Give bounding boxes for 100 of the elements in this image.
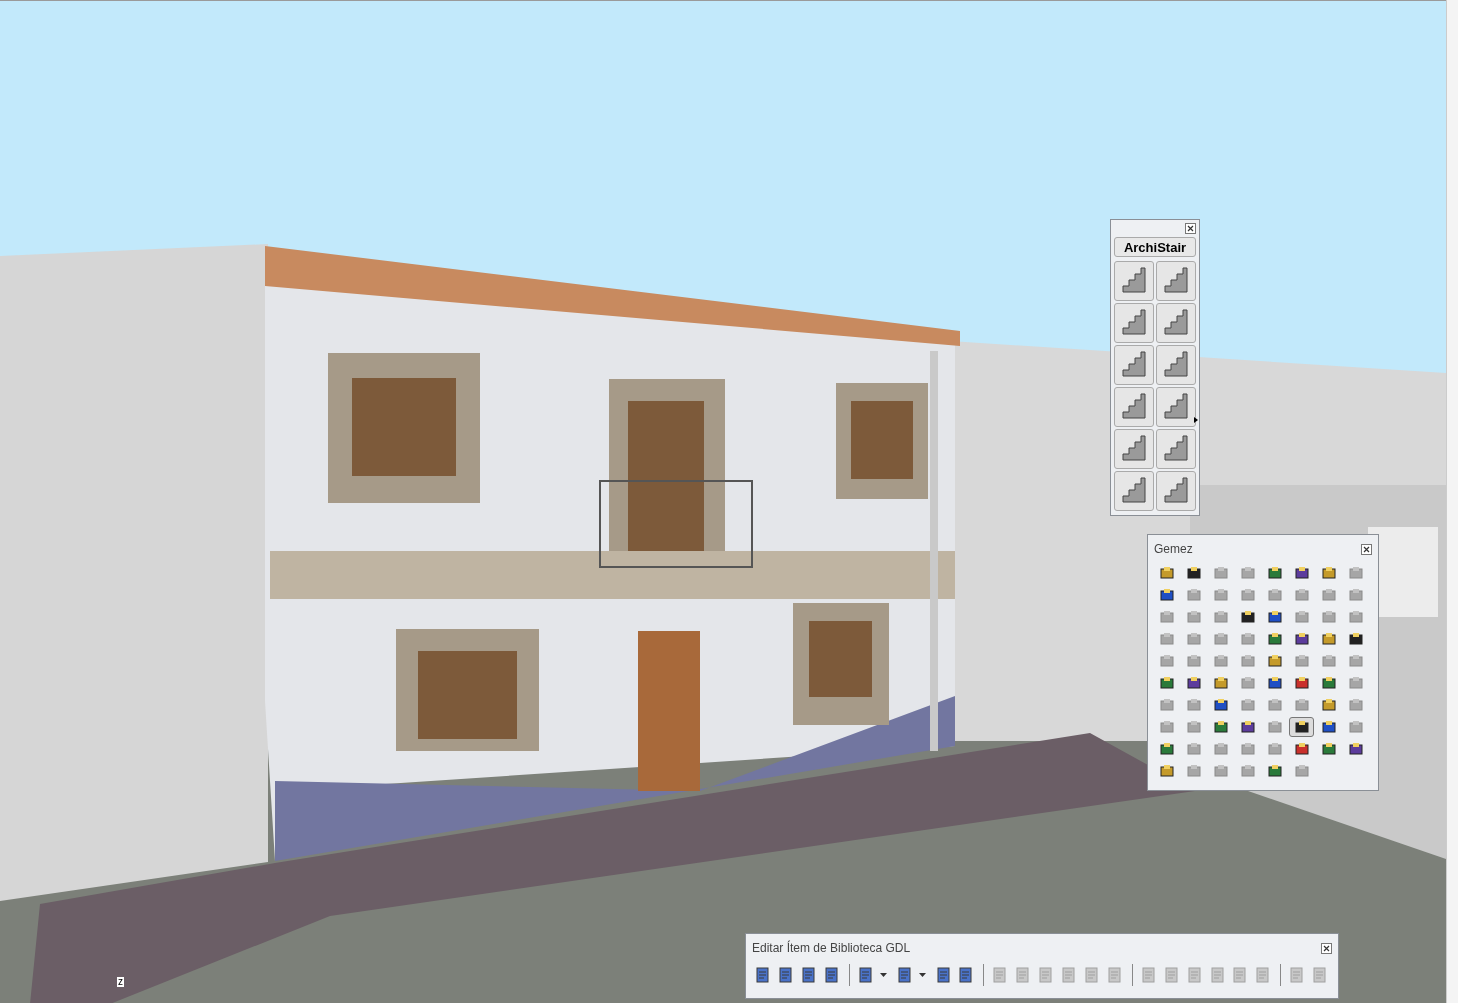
document-icon [1015, 967, 1032, 983]
tool-icon [1240, 742, 1255, 756]
tool-icon [1159, 742, 1174, 756]
tool-icon [1267, 720, 1282, 734]
tool-icon [1213, 610, 1228, 624]
document-icon [958, 967, 975, 983]
tool-icon [1186, 632, 1201, 646]
archistair-title-button[interactable]: ArchiStair [1114, 237, 1196, 257]
stair-tool-button[interactable] [1114, 344, 1154, 385]
tool-icon [1267, 588, 1282, 602]
document-icon [1106, 967, 1123, 983]
tool-icon [1240, 610, 1255, 624]
tool-icon [1321, 566, 1336, 580]
tool-icon [1294, 588, 1309, 602]
tool-icon [1267, 654, 1282, 668]
tool-icon [1159, 610, 1174, 624]
stair-icon [1161, 307, 1191, 338]
tool-icon [1159, 720, 1174, 734]
stair-icon [1119, 349, 1149, 380]
tool-icon [1240, 654, 1255, 668]
document-icon [823, 967, 840, 983]
tool-icon [1240, 676, 1255, 690]
tool-icon [1348, 588, 1363, 602]
tool-icon [1240, 632, 1255, 646]
submenu-arrow-icon [1194, 416, 1198, 423]
tool-button[interactable] [1289, 717, 1314, 737]
stair-tool-button[interactable] [1114, 470, 1154, 511]
stair-tool-button[interactable] [1114, 260, 1154, 301]
tool-icon [1213, 676, 1228, 690]
tool-icon [1159, 676, 1174, 690]
caret-icon [879, 973, 887, 977]
axis-label: z [117, 977, 124, 987]
tool-icon [1213, 566, 1228, 580]
document-icon [1312, 967, 1329, 983]
stair-icon [1161, 433, 1191, 464]
document-icon [1255, 967, 1272, 983]
document-icon [896, 967, 913, 983]
stair-tool-button[interactable] [1156, 302, 1196, 343]
document-icon [800, 967, 817, 983]
tool-icon [1213, 742, 1228, 756]
tool-icon [1321, 720, 1336, 734]
tool-icon [1186, 566, 1201, 580]
stair-tool-button[interactable] [1156, 470, 1196, 511]
stair-icon [1161, 349, 1191, 380]
stair-tool-button[interactable] [1156, 260, 1196, 301]
document-icon [1084, 967, 1100, 983]
tool-icon [1267, 698, 1282, 712]
stair-tool-button[interactable] [1156, 386, 1196, 427]
tool-icon [1159, 698, 1174, 712]
document-icon [1038, 967, 1055, 983]
tool-icon [1159, 764, 1174, 778]
close-button[interactable] [1321, 942, 1332, 954]
tool-icon [1186, 764, 1201, 778]
document-icon [777, 967, 794, 983]
tool-icon [1159, 566, 1174, 580]
tool-icon [1159, 654, 1174, 668]
tool-icon [1213, 632, 1228, 646]
tool-icon [1267, 764, 1282, 778]
tool-icon [1240, 720, 1255, 734]
tool-icon [1267, 742, 1282, 756]
tool-icon [1213, 720, 1228, 734]
close-button[interactable] [1361, 543, 1372, 555]
stair-icon [1161, 265, 1191, 296]
tool-icon [1267, 632, 1282, 646]
close-button[interactable] [1185, 223, 1196, 234]
tool-icon [1240, 698, 1255, 712]
tool-icon [1186, 720, 1201, 734]
tool-icon [1240, 764, 1255, 778]
document-icon [992, 967, 1009, 983]
tool-icon [1321, 654, 1336, 668]
stair-tool-button[interactable] [1114, 386, 1154, 427]
tool-icon [1321, 610, 1336, 624]
tool-icon [1348, 720, 1363, 734]
document-icon [1061, 967, 1078, 983]
close-icon [1363, 545, 1370, 553]
stair-tool-button[interactable] [1114, 428, 1154, 469]
tool-icon [1294, 676, 1309, 690]
tool-icon [1294, 764, 1309, 778]
stair-icon [1161, 391, 1191, 422]
stair-tool-button[interactable] [1156, 428, 1196, 469]
tool-icon [1294, 566, 1309, 580]
tool-icon [1159, 632, 1174, 646]
tool-icon [1186, 610, 1201, 624]
tool-icon [1186, 654, 1201, 668]
tool-icon [1159, 588, 1174, 602]
tool-icon [1348, 698, 1363, 712]
stair-icon [1161, 475, 1191, 506]
tool-icon [1348, 566, 1363, 580]
tool-icon [1294, 632, 1309, 646]
stair-icon [1119, 475, 1149, 506]
document-icon [1289, 967, 1306, 983]
tool-icon [1294, 654, 1309, 668]
stair-tool-button[interactable] [1114, 302, 1154, 343]
document-icon [1232, 967, 1249, 983]
stair-tool-button[interactable] [1156, 344, 1196, 385]
tool-icon [1267, 566, 1282, 580]
tool-icon [1213, 698, 1228, 712]
tool-icon [1348, 742, 1363, 756]
tool-icon [1348, 610, 1363, 624]
caret-icon [918, 973, 926, 977]
